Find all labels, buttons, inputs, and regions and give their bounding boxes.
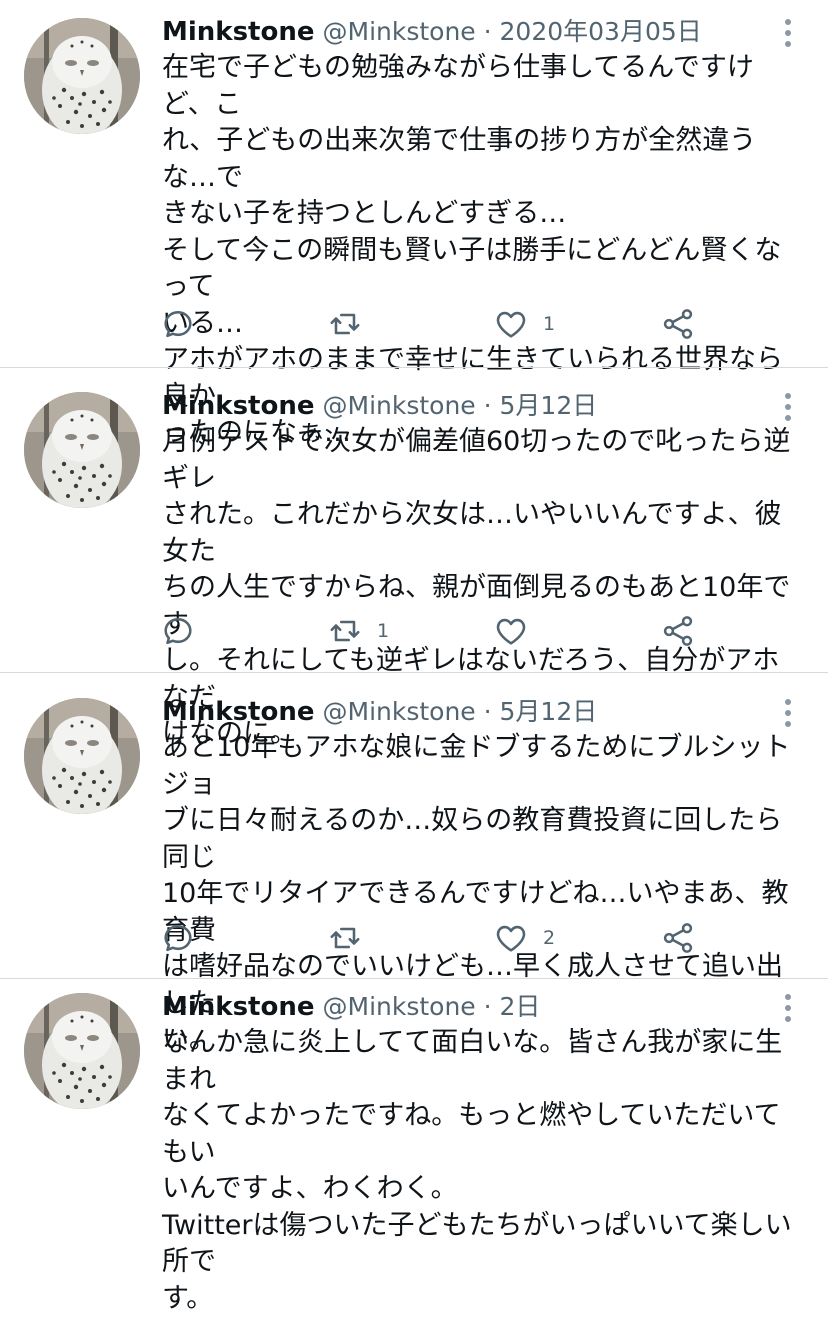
retweet-icon [327,920,363,956]
like-count: 1 [543,313,556,335]
like-button[interactable]: 2 [493,913,555,963]
tweet-header: Minkstone @Minkstone · 5月12日 [162,690,597,734]
avatar[interactable] [24,993,140,1109]
display-name[interactable]: Minkstone [162,17,315,47]
divider [0,672,828,673]
share-button[interactable] [660,299,696,349]
like-button[interactable] [493,606,543,656]
more-icon[interactable] [780,390,796,426]
action-bar: 2 [160,913,720,963]
handle-and-date[interactable]: @Minkstone · 2020年03月05日 [323,17,702,46]
divider [0,367,828,368]
tweet-text: なんか急に炎上してて面白いな。皆さん我が家に生まれ なくてよかったですね。もっと… [162,1027,792,1314]
share-icon [660,613,696,649]
tweet-header: Minkstone @Minkstone · 5月12日 [162,384,597,428]
like-button[interactable]: 1 [493,299,555,349]
avatar[interactable] [24,18,140,134]
share-button[interactable] [660,913,696,963]
retweet-icon [327,306,363,342]
more-icon[interactable] [780,696,796,732]
share-button[interactable] [660,606,696,656]
avatar[interactable] [24,698,140,814]
handle-and-date[interactable]: @Minkstone · 5月12日 [323,697,598,726]
divider [0,978,828,979]
retweet-button[interactable] [327,299,377,349]
retweet-icon [327,613,363,649]
tweet-header: Minkstone @Minkstone · 2020年03月05日 [162,10,702,54]
tweet-3[interactable]: Minkstone @Minkstone · 5月12日 あと10年もアホな娘に金… [0,690,828,1055]
like-icon [493,613,529,649]
like-icon [493,306,529,342]
retweet-button[interactable] [327,913,377,963]
display-name[interactable]: Minkstone [162,697,315,727]
display-name[interactable]: Minkstone [162,391,315,421]
tweet-1[interactable]: Minkstone @Minkstone · 2020年03月05日 在宅で子ども… [0,10,828,448]
tweet-2[interactable]: Minkstone @Minkstone · 5月12日 月例テストで次女が偏差値… [0,384,828,749]
retweet-count: 1 [377,620,390,642]
like-count: 2 [543,927,556,949]
action-bar: 1 [160,299,720,349]
share-icon [660,920,696,956]
like-icon [493,920,529,956]
avatar[interactable] [24,392,140,508]
tweet-4[interactable]: Minkstone @Minkstone · 2日 なんか急に炎上してて面白いな。… [0,985,828,1314]
reply-button[interactable] [160,913,210,963]
handle-and-date[interactable]: @Minkstone · 2日 [323,992,541,1021]
retweet-button[interactable]: 1 [327,606,389,656]
reply-icon [160,613,196,649]
handle-and-date[interactable]: @Minkstone · 5月12日 [323,391,598,420]
reply-button[interactable] [160,606,210,656]
more-icon[interactable] [780,16,796,52]
more-icon[interactable] [780,991,796,1027]
display-name[interactable]: Minkstone [162,992,315,1022]
share-icon [660,306,696,342]
action-bar: 1 [160,606,720,656]
reply-icon [160,920,196,956]
tweet-header: Minkstone @Minkstone · 2日 [162,985,540,1029]
reply-icon [160,306,196,342]
reply-button[interactable] [160,299,210,349]
